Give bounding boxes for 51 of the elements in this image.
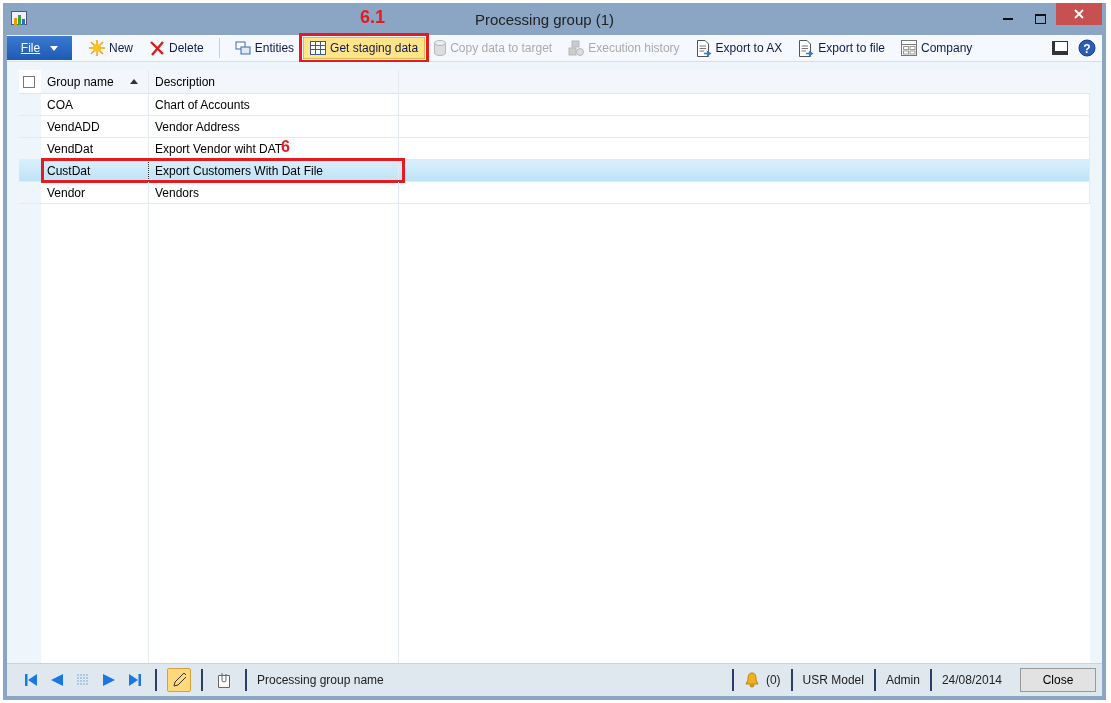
toolbar-button[interactable]: Delete xyxy=(142,37,211,59)
select-all-checkbox[interactable] xyxy=(23,75,35,88)
tables-icon xyxy=(234,40,251,56)
table-cell: CustDat xyxy=(41,160,149,181)
field-name: Processing group name xyxy=(257,673,384,687)
document-arrow-icon xyxy=(695,39,712,57)
close-icon xyxy=(1074,9,1084,19)
toolbar-button[interactable]: Entities xyxy=(227,37,302,59)
layout-icon xyxy=(901,40,917,56)
close-form-button[interactable]: Close xyxy=(1020,668,1096,692)
annotation-label: 6 xyxy=(281,138,290,156)
database-icon xyxy=(434,40,447,56)
column-header[interactable]: Description xyxy=(149,70,399,93)
edit-mode-button[interactable] xyxy=(167,668,191,692)
help-icon[interactable]: ? xyxy=(1078,39,1096,57)
file-menu-button[interactable]: File xyxy=(7,36,72,60)
table-row[interactable]: VendADD Vendor Address xyxy=(19,116,1090,138)
toolbar-button[interactable]: Export to AX xyxy=(688,37,790,59)
caret-icon xyxy=(50,45,59,51)
table-cell: Vendor Address xyxy=(149,116,399,137)
table-row[interactable]: CustDat Export Customers With Dat File xyxy=(19,160,1090,182)
window-title: Processing group (1) xyxy=(474,10,615,28)
grid-icon xyxy=(310,41,327,55)
boxes-icon xyxy=(568,40,585,56)
toolbar-button[interactable]: Export to file xyxy=(791,37,892,59)
column-header[interactable]: Group name xyxy=(41,70,149,93)
toolbar-button[interactable]: New xyxy=(82,37,140,59)
panel-icon[interactable] xyxy=(1052,41,1068,55)
table-cell: VendADD xyxy=(41,116,149,137)
pencil-icon xyxy=(172,672,186,688)
app-icon xyxy=(11,11,27,27)
table-cell: Vendors xyxy=(149,182,399,203)
sun-icon xyxy=(89,40,105,56)
session-date: 24/08/2014 xyxy=(941,673,1002,687)
table-cell: Export Customers With Dat File xyxy=(149,160,399,181)
table-cell: VendDat xyxy=(41,138,149,159)
table-cell: COA xyxy=(41,94,149,115)
toolbar-button[interactable]: Company xyxy=(894,37,980,59)
delete-icon xyxy=(149,40,165,56)
close-button[interactable] xyxy=(1056,3,1102,25)
table-cell: Vendor xyxy=(41,182,149,203)
annotation-label: 6.1 xyxy=(360,7,386,28)
document-arrow-icon xyxy=(798,39,815,57)
table-row[interactable]: Vendor Vendors xyxy=(19,182,1090,204)
maximize-icon[interactable] xyxy=(1034,14,1046,24)
model-name: USR Model xyxy=(802,673,864,687)
notification-count[interactable]: (0) xyxy=(765,673,781,687)
table-row[interactable]: COA Chart of Accounts xyxy=(19,94,1090,116)
bell-icon[interactable] xyxy=(743,672,760,688)
user-name: Admin xyxy=(885,673,920,687)
table-cell: Chart of Accounts xyxy=(149,94,399,115)
